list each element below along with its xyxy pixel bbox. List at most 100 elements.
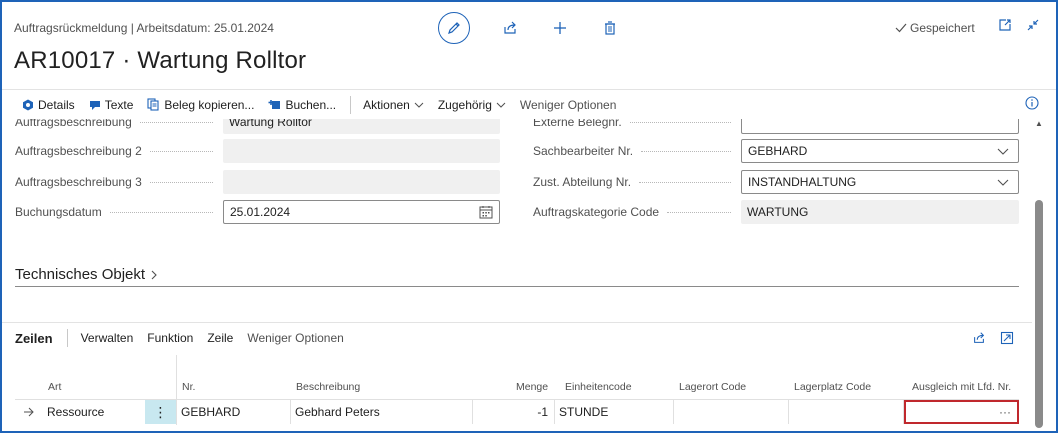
copy-document-button[interactable]: Beleg kopieren... — [147, 98, 254, 112]
manage-menu[interactable]: Verwalten — [81, 331, 134, 345]
description-2-field[interactable] — [223, 139, 500, 163]
general-fasttab: Auftragsbeschreibung Wartung Rolltor Auf… — [2, 119, 1032, 319]
action-bar: Details Texte Beleg kopieren... Buchen..… — [2, 89, 1056, 119]
copy-icon — [147, 98, 159, 111]
description-3-field[interactable] — [223, 170, 500, 194]
page-header: Auftragsrückmeldung | Arbeitsdatum: 25.0… — [2, 2, 1056, 88]
lines-toolbar: Zeilen Verwalten Funktion Zeile Weniger … — [15, 328, 358, 348]
chevron-down-icon — [414, 102, 424, 108]
column-header-lagerort[interactable]: Lagerort Code — [679, 381, 746, 393]
table-row[interactable]: Ressource ⋮ GEBHARD Gebhard Peters -1 ST… — [15, 399, 1019, 424]
technical-object-section[interactable]: Technisches Objekt — [15, 266, 159, 283]
post-icon — [268, 100, 281, 109]
pencil-icon — [448, 22, 460, 34]
edit-button[interactable] — [438, 12, 470, 44]
info-icon — [1025, 96, 1039, 110]
lines-title[interactable]: Zeilen — [15, 331, 53, 346]
details-button[interactable]: Details — [22, 98, 75, 112]
post-button[interactable]: Buchen... — [268, 98, 336, 112]
actions-menu-label: Aktionen — [363, 97, 410, 112]
cell-lagerort[interactable] — [674, 400, 789, 424]
section-divider — [2, 322, 1032, 323]
lines-grid: Art Nr. Beschreibung Menge Einheitencode… — [15, 355, 1019, 431]
lines-expand-button[interactable] — [1000, 331, 1014, 348]
toolbar-separator — [66, 329, 68, 347]
lines-share-button[interactable] — [972, 331, 986, 348]
category-field: WARTUNG — [741, 200, 1019, 224]
posting-date-field[interactable]: 25.01.2024 — [223, 200, 500, 224]
header-actions — [438, 10, 650, 46]
row-menu-button[interactable]: ⋮ — [145, 400, 176, 424]
breadcrumb: Auftragsrückmeldung | Arbeitsdatum: 25.0… — [14, 21, 274, 35]
cell-menge[interactable]: -1 — [473, 400, 555, 424]
column-header-menge[interactable]: Menge — [516, 381, 548, 393]
share-button[interactable] — [500, 18, 520, 38]
details-icon — [23, 99, 33, 110]
window-controls — [998, 18, 1040, 35]
scroll-up-arrow[interactable]: ▲ — [1035, 119, 1043, 128]
column-header-lagerplatz[interactable]: Lagerplatz Code — [794, 381, 871, 393]
expand-icon — [1000, 331, 1014, 345]
cell-beschreibung[interactable]: Gebhard Peters — [291, 400, 473, 424]
lines-fewer-options[interactable]: Weniger Optionen — [247, 331, 344, 345]
field-row-posting-date: Buchungsdatum — [15, 200, 221, 224]
field-label: Buchungsdatum — [15, 205, 102, 219]
chevron-down-icon — [997, 179, 1009, 186]
column-header-einheitencode[interactable]: Einheitencode — [565, 381, 632, 393]
cell-einheitencode[interactable]: STUNDE — [555, 400, 674, 424]
action-bar-separator — [350, 95, 352, 114]
vertical-scrollbar-thumb[interactable] — [1035, 200, 1043, 428]
popout-icon — [999, 19, 1011, 31]
related-menu-label: Zugehörig — [437, 97, 492, 112]
details-label: Details — [38, 97, 75, 112]
texte-button[interactable]: Texte — [89, 97, 134, 112]
description-field[interactable]: Wartung Rolltor — [223, 119, 500, 134]
cell-art[interactable]: Ressource — [43, 400, 145, 424]
column-header-ausgleich[interactable]: Ausgleich mit Lfd. Nr. — [912, 381, 1011, 393]
field-row-external-doc: Externe Belegnr. — [533, 119, 739, 134]
fewer-options-button[interactable]: Weniger Optionen — [520, 98, 617, 112]
posting-date-value: 25.01.2024 — [230, 205, 291, 219]
info-button[interactable] — [1025, 96, 1039, 113]
share-icon — [504, 21, 516, 34]
function-menu[interactable]: Funktion — [147, 331, 193, 345]
new-button[interactable] — [550, 18, 570, 38]
share-icon — [974, 332, 985, 343]
check-icon — [895, 23, 907, 33]
field-label: Zust. Abteilung Nr. — [533, 175, 632, 189]
field-label: Auftragsbeschreibung 2 — [15, 144, 142, 158]
actions-menu[interactable]: Aktionen — [363, 98, 424, 112]
collapse-button[interactable] — [1026, 18, 1040, 35]
related-menu[interactable]: Zugehörig — [438, 98, 506, 112]
field-row-department: Zust. Abteilung Nr. — [533, 170, 739, 194]
popout-button[interactable] — [998, 18, 1012, 35]
column-header-art[interactable]: Art — [48, 381, 61, 393]
cell-ausgleich[interactable]: ··· — [904, 400, 1019, 424]
column-header-nr[interactable]: Nr. — [182, 381, 195, 393]
cell-lagerplatz[interactable] — [789, 400, 904, 424]
responsible-select[interactable]: GEBHARD — [741, 139, 1019, 163]
department-select[interactable]: INSTANDHALTUNG — [741, 170, 1019, 194]
field-row-description-2: Auftragsbeschreibung 2 — [15, 139, 221, 163]
texte-label: Texte — [104, 97, 134, 112]
field-label: Auftragskategorie Code — [533, 205, 660, 219]
field-row-category: Auftragskategorie Code — [533, 200, 739, 224]
line-menu[interactable]: Zeile — [207, 331, 233, 345]
arrow-right-icon — [24, 407, 34, 417]
column-header-beschreibung[interactable]: Beschreibung — [296, 381, 360, 393]
responsible-value: GEBHARD — [748, 144, 808, 158]
text-icon — [89, 100, 100, 110]
app-window: Auftragsrückmeldung | Arbeitsdatum: 25.0… — [0, 0, 1058, 433]
more-vertical-icon: ⋮ — [153, 403, 168, 420]
delete-button[interactable] — [600, 18, 620, 38]
lines-icons — [972, 331, 1014, 348]
page-title: AR10017 · Wartung Rolltor — [14, 47, 307, 74]
collapse-icon — [1027, 19, 1039, 31]
cell-nr[interactable]: GEBHARD — [177, 400, 291, 424]
chevron-down-icon — [496, 102, 506, 108]
chevron-down-icon — [997, 148, 1009, 155]
field-row-description-3: Auftragsbeschreibung 3 — [15, 170, 221, 194]
calendar-icon[interactable] — [479, 205, 493, 219]
external-doc-field[interactable] — [741, 119, 1019, 134]
field-label: Auftragsbeschreibung — [15, 119, 132, 129]
